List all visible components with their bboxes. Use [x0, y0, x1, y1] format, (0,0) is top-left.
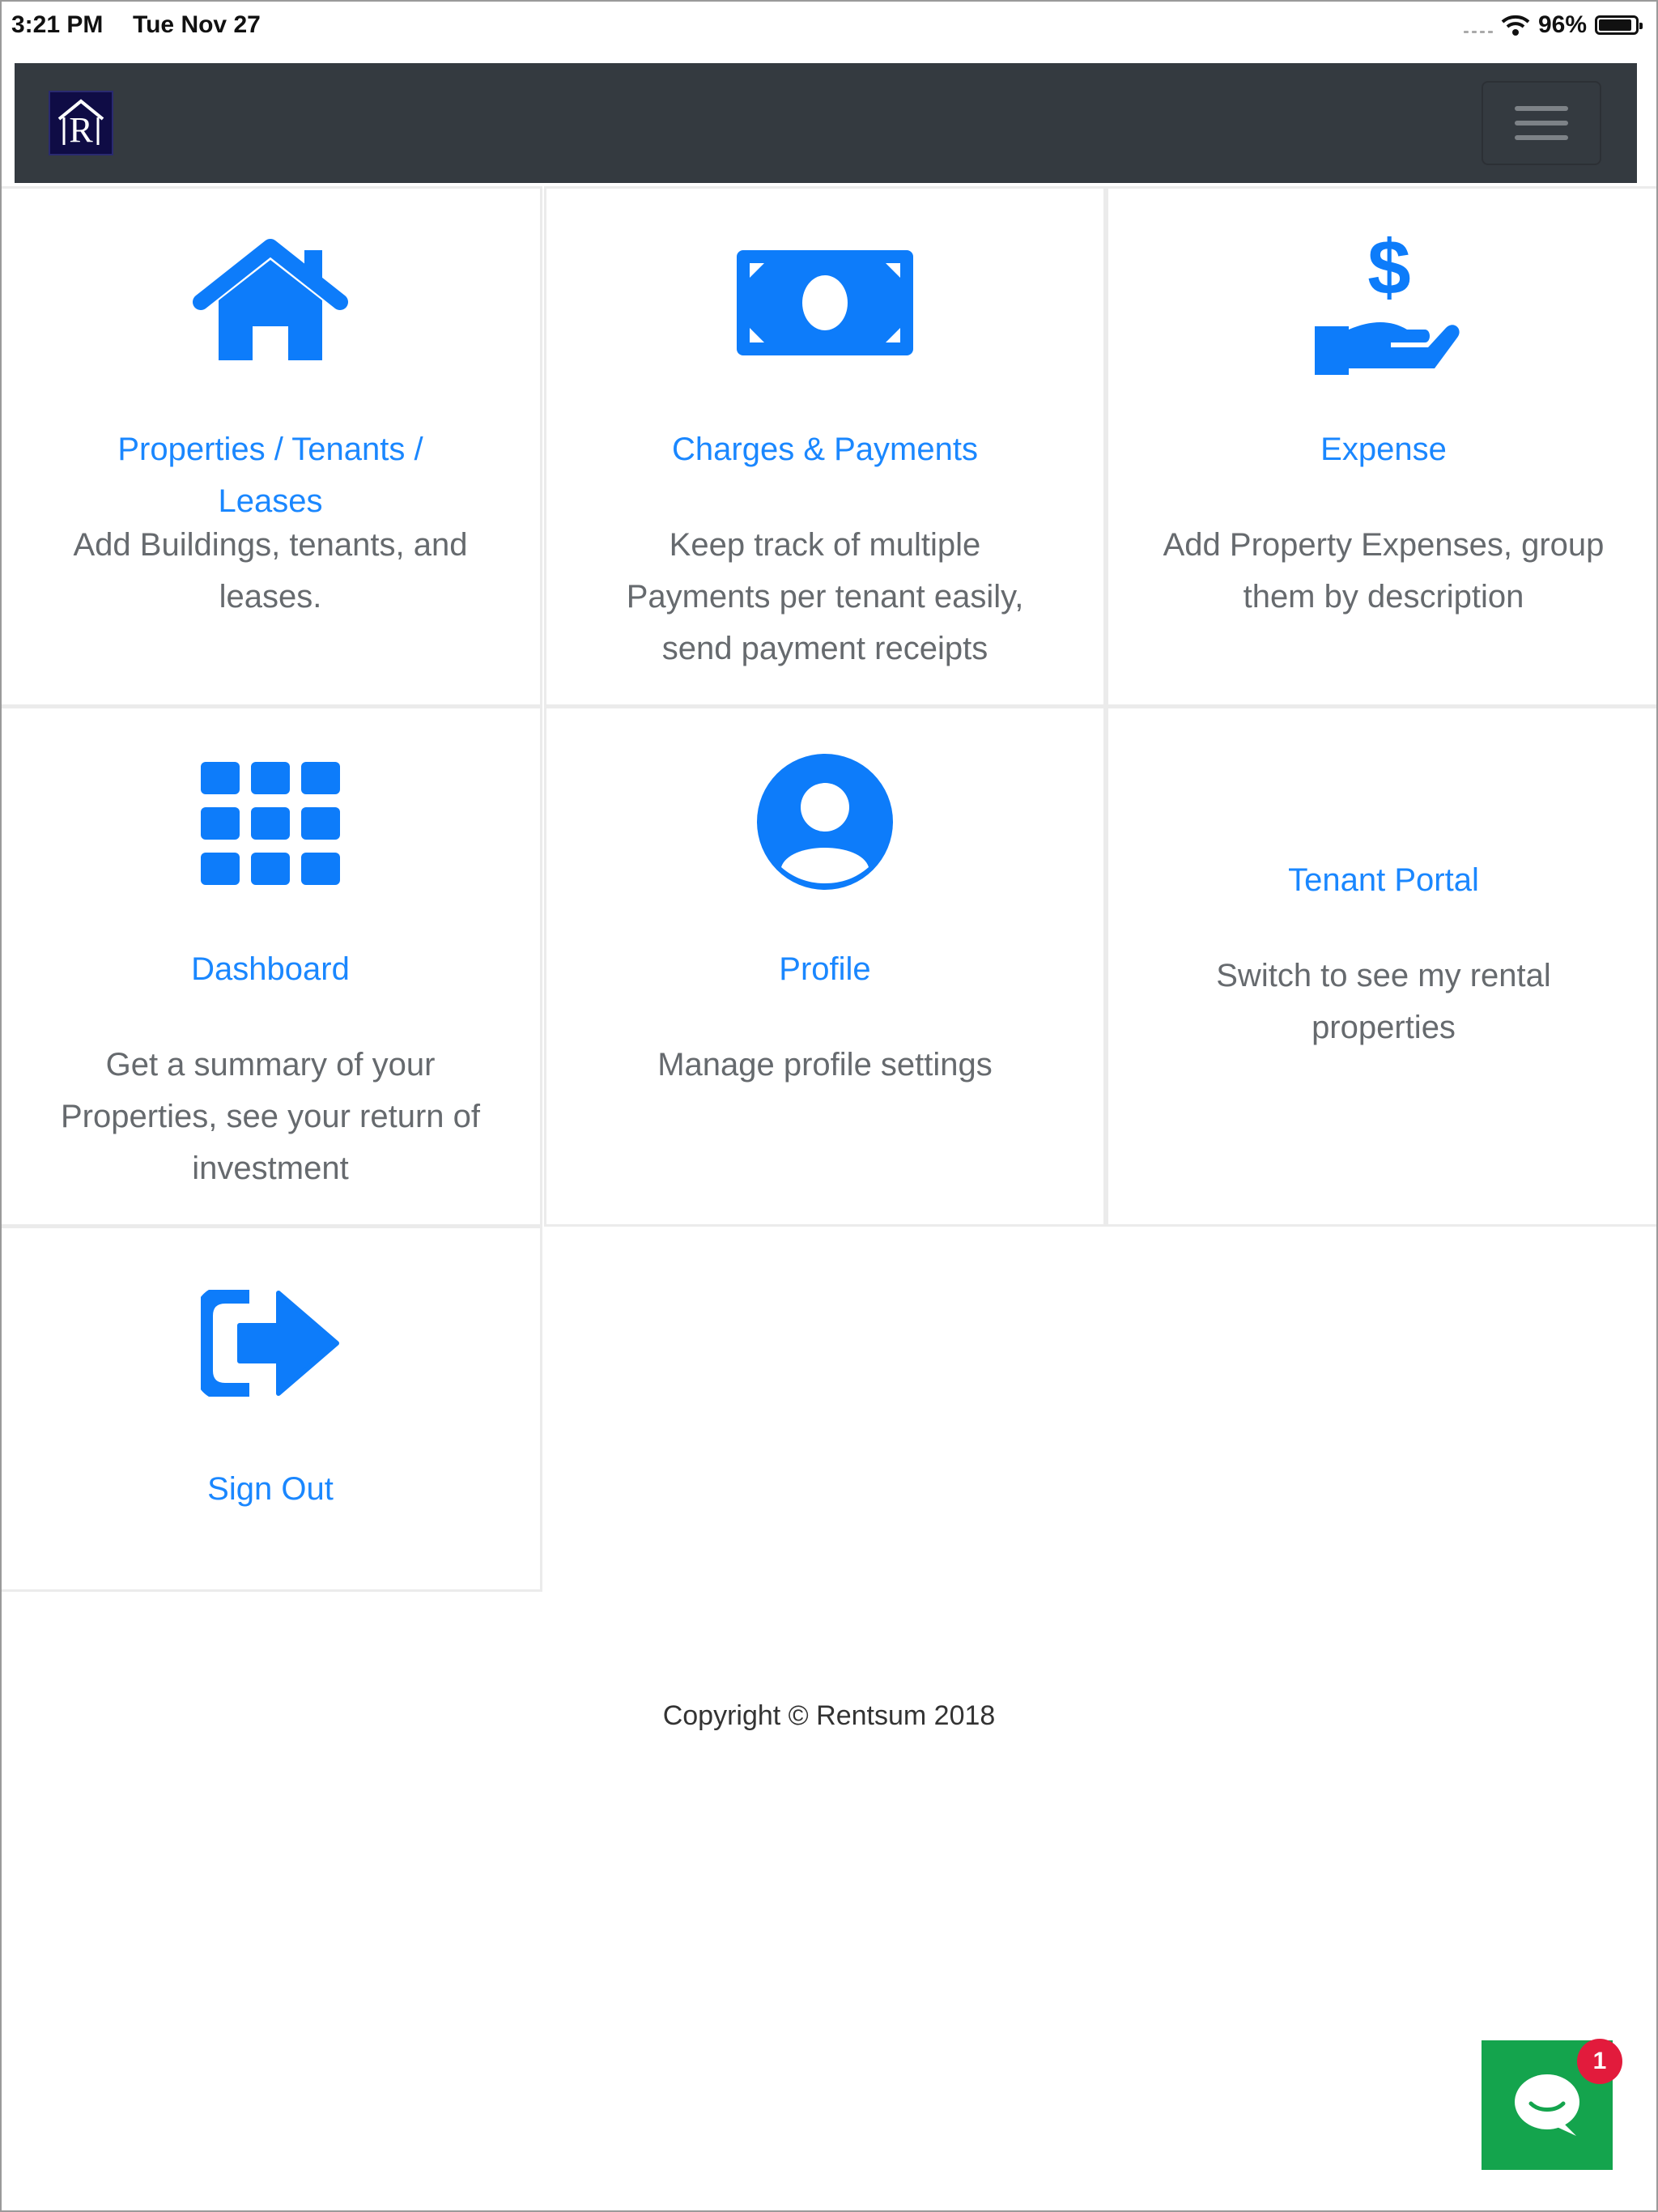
tile-title[interactable]: Charges & Payments — [563, 423, 1087, 475]
battery-percent: 96% — [1537, 11, 1587, 38]
tile-description-line3: send payment receipts — [661, 631, 988, 666]
tile-title[interactable]: Expense — [1124, 423, 1643, 475]
tile-title[interactable]: Sign Out — [17, 1463, 524, 1515]
tile-title[interactable]: Profile — [563, 943, 1087, 995]
svg-text:$: $ — [1367, 229, 1410, 311]
tile-description-line2: Payments per tenant easily, — [626, 579, 1024, 615]
tile-title[interactable]: Tenant Portal — [1124, 854, 1643, 906]
tile-tenant-portal[interactable]: Tenant Portal Switch to see my rental pr… — [1106, 706, 1658, 1227]
status-date: Tue Nov 27 — [133, 11, 261, 38]
footer-copyright: Copyright © Rentsum 2018 — [662, 1700, 996, 1731]
brand-letter: R — [69, 110, 93, 150]
chat-notification-badge: 1 — [1577, 2039, 1622, 2084]
status-time: 3:21 PM — [11, 11, 104, 38]
tile-properties[interactable]: Properties / Tenants / Leases Add Buildi… — [0, 186, 542, 707]
tile-sign-out[interactable]: Sign Out — [0, 1226, 542, 1592]
tile-description-line2: Properties, see your return of — [60, 1099, 481, 1134]
tile-description-line2: properties — [1312, 1010, 1456, 1045]
status-right: 96% — [1463, 10, 1643, 40]
money-bill-icon — [737, 250, 913, 355]
chat-bubble-icon — [1515, 2074, 1579, 2136]
user-circle-icon — [757, 754, 893, 890]
tile-description-line3: investment — [192, 1151, 349, 1186]
tile-description-line2: them by description — [1243, 579, 1524, 615]
tile-description: Manage profile settings — [657, 1047, 993, 1083]
tile-expense[interactable]: $ Expense Add Property Expenses, group t… — [1106, 186, 1658, 707]
hamburger-line — [1515, 135, 1568, 140]
battery-icon — [1595, 15, 1643, 35]
hand-dollar-icon: $ — [1315, 229, 1460, 375]
wifi-icon — [1501, 15, 1530, 36]
hamburger-line — [1515, 121, 1568, 125]
tile-description: Add Property Expenses, group — [1163, 527, 1605, 563]
tile-description: Switch to see my rental — [1216, 958, 1551, 993]
tile-title[interactable]: Properties / Tenants / — [17, 423, 524, 475]
cellular-signal-icon — [1463, 17, 1493, 33]
status-bar: 3:21 PM Tue Nov 27 96% — [0, 0, 1658, 50]
tile-title[interactable]: Dashboard — [17, 943, 524, 995]
tile-profile[interactable]: Profile Manage profile settings — [544, 706, 1106, 1227]
home-icon — [193, 239, 348, 360]
sign-out-icon — [201, 1290, 339, 1397]
brand-logo[interactable]: R — [49, 91, 113, 155]
tile-description: Get a summary of your — [105, 1047, 436, 1083]
hamburger-menu-icon — [1515, 106, 1568, 111]
top-navbar: R — [15, 63, 1637, 183]
tile-charges-payments[interactable]: Charges & Payments Keep track of multipl… — [544, 186, 1106, 707]
hamburger-menu-button[interactable] — [1482, 81, 1601, 165]
tile-description: Keep track of multiple — [669, 527, 981, 563]
tile-dashboard[interactable]: Dashboard Get a summary of your Properti… — [0, 706, 542, 1227]
tile-description-line2: leases. — [219, 579, 322, 615]
logo-house-icon: R — [57, 99, 104, 150]
grid-icon — [201, 762, 340, 885]
tile-description: Add Buildings, tenants, and — [73, 527, 468, 563]
